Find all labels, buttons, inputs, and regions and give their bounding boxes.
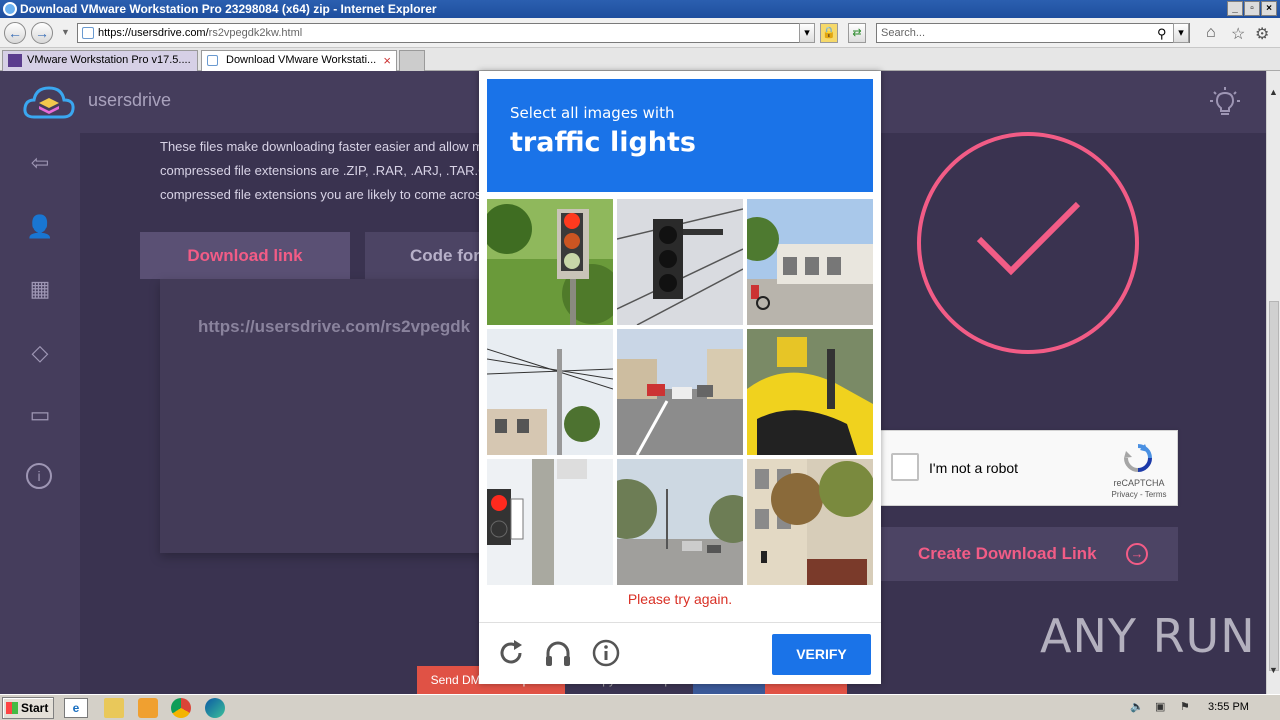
- usersdrive-logo-icon[interactable]: [22, 83, 76, 121]
- logo-text[interactable]: usersdrive: [88, 90, 171, 111]
- favorites-star-icon[interactable]: ☆: [1231, 24, 1245, 44]
- recaptcha-logo-icon: [1124, 444, 1152, 472]
- captcha-tile[interactable]: [487, 459, 613, 585]
- diamond-icon[interactable]: ◇: [26, 339, 54, 367]
- search-input[interactable]: Search...: [876, 23, 1190, 43]
- restore-button[interactable]: ▫: [1244, 1, 1260, 16]
- article-text: These files make downloading faster easi…: [160, 135, 490, 207]
- help-info-icon[interactable]: [591, 638, 621, 668]
- create-button-label: Create Download Link: [918, 544, 1097, 563]
- chrome-icon[interactable]: [171, 698, 191, 718]
- money-icon[interactable]: ▭: [26, 401, 54, 429]
- speaker-icon[interactable]: 🔈: [1130, 700, 1144, 714]
- search-dropdown-icon[interactable]: ▾: [1173, 23, 1189, 43]
- captcha-tile[interactable]: [747, 199, 873, 325]
- start-button[interactable]: Start: [2, 697, 54, 719]
- arrow-right-icon: →: [1126, 543, 1148, 565]
- captcha-tile[interactable]: [487, 199, 613, 325]
- ie-taskbar-icon[interactable]: e: [64, 698, 88, 718]
- download-link-text[interactable]: https://usersdrive.com/rs2vpegdk: [198, 317, 480, 337]
- minimize-button[interactable]: _: [1227, 1, 1243, 16]
- article-line: These files make downloading faster easi…: [160, 139, 484, 154]
- captcha-challenge: Select all images with traffic lights Pl…: [479, 71, 881, 684]
- edge-icon[interactable]: [205, 698, 225, 718]
- url-host: https://usersdrive.com/: [98, 27, 209, 39]
- download-link-tab[interactable]: Download link: [140, 232, 350, 279]
- captcha-header: Select all images with traffic lights: [487, 79, 873, 192]
- forward-arrow-icon: →: [35, 25, 49, 41]
- site-favicon-icon: [8, 54, 22, 67]
- page-icon: [82, 27, 94, 39]
- address-bar[interactable]: https://usersdrive.com/rs2vpegdk2kw.html: [77, 23, 815, 43]
- tab-bar: VMware Workstation Pro v17.5.... Downloa…: [0, 48, 1280, 71]
- captcha-tile[interactable]: [617, 459, 743, 585]
- tab-label: Download VMware Workstati...: [226, 54, 377, 66]
- lightbulb-icon[interactable]: [1210, 86, 1240, 118]
- scroll-up-icon[interactable]: ▲: [1269, 87, 1278, 97]
- captcha-tile[interactable]: [487, 329, 613, 455]
- close-button[interactable]: ×: [1261, 1, 1277, 16]
- captcha-target: traffic lights: [510, 127, 696, 158]
- url-path: rs2vpegdk2kw.html: [208, 27, 303, 39]
- scroll-down-icon[interactable]: ▼: [1269, 665, 1278, 675]
- media-player-icon[interactable]: [138, 698, 158, 718]
- tab-download-vmware[interactable]: Download VMware Workstati... ×: [201, 50, 397, 71]
- success-check-icon: [917, 132, 1139, 354]
- tab-close-icon[interactable]: ×: [383, 51, 391, 70]
- anyrun-watermark: ANY RUN: [1040, 609, 1256, 663]
- search-icon[interactable]: ⚲: [1157, 26, 1167, 42]
- code-for-tab[interactable]: Code for: [365, 232, 485, 279]
- lock-icon[interactable]: 🔒: [820, 23, 838, 43]
- recaptcha-brand: reCAPTCHA: [1113, 478, 1165, 488]
- page-favicon-icon: [207, 55, 218, 66]
- ie-icon: [3, 2, 17, 16]
- new-tab-button[interactable]: [399, 50, 425, 71]
- network-icon[interactable]: ▣: [1155, 700, 1169, 714]
- recaptcha-label: I'm not a robot: [929, 460, 1019, 476]
- recaptcha-checkbox[interactable]: [891, 453, 919, 481]
- captcha-tile[interactable]: [617, 329, 743, 455]
- back-button[interactable]: ←: [4, 22, 26, 44]
- reload-icon[interactable]: [496, 638, 526, 668]
- clock[interactable]: 3:55 PM: [1208, 701, 1249, 713]
- add-user-icon[interactable]: 👤: [26, 213, 54, 241]
- page-scrollbar[interactable]: ▲ ▼: [1266, 71, 1280, 694]
- windows-taskbar: Start e 🔈 ▣ ⚑ 3:55 PM: [0, 694, 1280, 720]
- forward-button[interactable]: →: [31, 22, 53, 44]
- recaptcha-privacy-terms[interactable]: Privacy - Terms: [1107, 490, 1171, 499]
- article-line: compressed file extensions are .ZIP, .RA…: [160, 163, 490, 178]
- address-toolbar: ← → ▼ https://usersdrive.com/rs2vpegdk2k…: [0, 18, 1280, 48]
- window-title: Download VMware Workstation Pro 23298084…: [20, 2, 437, 16]
- history-dropdown-icon[interactable]: ▼: [61, 27, 70, 37]
- window-titlebar: Download VMware Workstation Pro 23298084…: [0, 0, 1280, 18]
- windows-logo-icon: [6, 702, 18, 714]
- create-download-link-button[interactable]: Create Download Link →: [880, 527, 1178, 581]
- action-center-flag-icon[interactable]: ⚑: [1180, 700, 1194, 714]
- sidebar: ⇦ 👤 ▦ ◇ ▭ i: [0, 133, 80, 694]
- start-label: Start: [21, 701, 49, 715]
- address-dropdown-icon[interactable]: ▾: [799, 23, 815, 43]
- captcha-tile[interactable]: [747, 459, 873, 585]
- tab-vmware-workstation[interactable]: VMware Workstation Pro v17.5....: [2, 50, 198, 71]
- verify-button[interactable]: VERIFY: [772, 634, 871, 675]
- scroll-thumb[interactable]: [1269, 301, 1279, 671]
- back-arrow-icon: ←: [8, 25, 22, 41]
- login-icon[interactable]: ⇦: [26, 149, 54, 177]
- audio-challenge-icon[interactable]: [543, 638, 573, 668]
- captcha-error-message: Please try again.: [627, 591, 733, 607]
- news-icon[interactable]: ▦: [26, 275, 54, 303]
- captcha-tile[interactable]: [617, 199, 743, 325]
- refresh-icon[interactable]: ⇄: [848, 23, 866, 43]
- captcha-instructions: Select all images with: [510, 104, 675, 122]
- settings-gear-icon[interactable]: ⚙: [1255, 24, 1269, 44]
- explorer-folder-icon[interactable]: [104, 698, 124, 718]
- captcha-tile[interactable]: [747, 329, 873, 455]
- article-line: compressed file extensions you are likel…: [160, 187, 482, 202]
- info-icon[interactable]: i: [26, 463, 52, 489]
- captcha-footer: VERIFY: [479, 622, 881, 684]
- tab-label: VMware Workstation Pro v17.5....: [27, 54, 191, 66]
- home-icon[interactable]: ⌂: [1206, 24, 1216, 42]
- recaptcha-widget: I'm not a robot reCAPTCHA Privacy - Term…: [880, 430, 1178, 506]
